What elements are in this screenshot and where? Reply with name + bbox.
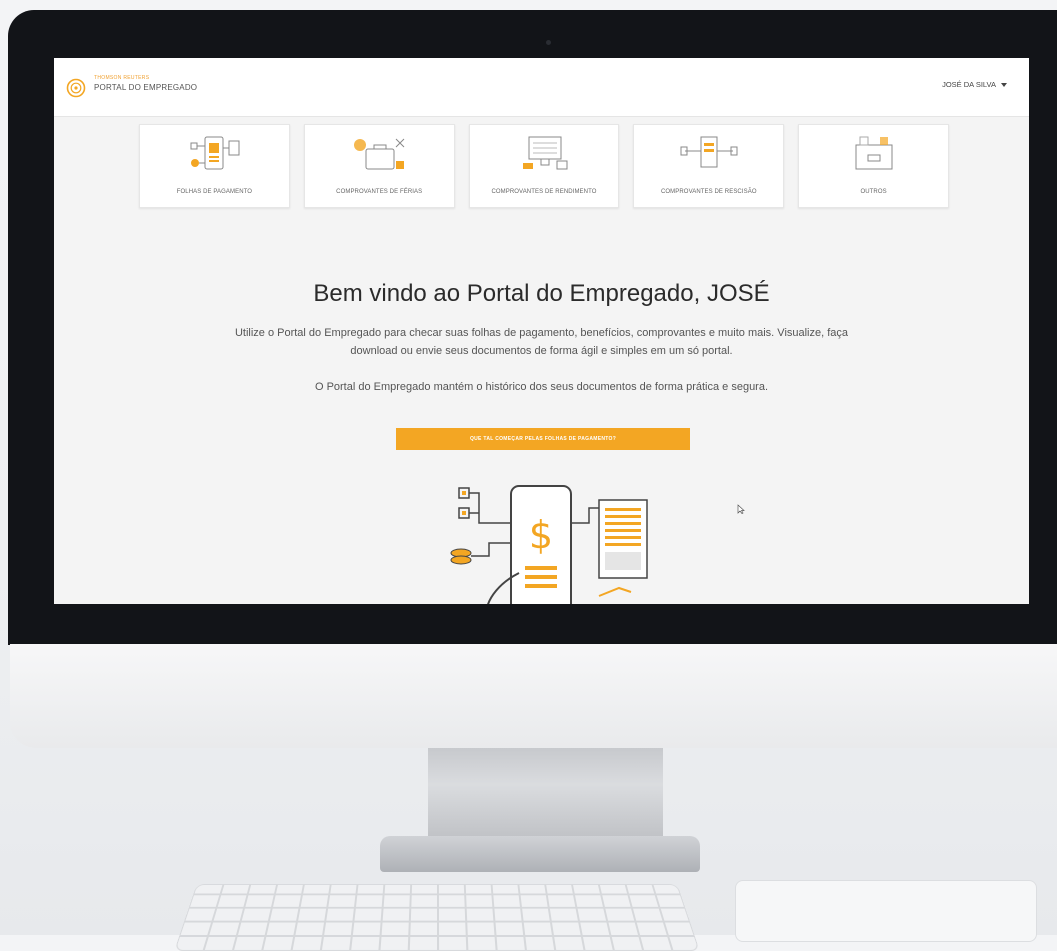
monitor-stand — [428, 748, 663, 840]
keyboard — [174, 884, 700, 951]
svg-text:$: $ — [529, 513, 553, 557]
monitor-stand-base — [380, 836, 700, 872]
welcome-description: Utilize o Portal do Empregado para checa… — [234, 327, 849, 357]
page-title: Bem vindo ao Portal do Empregado, JOSÉ — [313, 280, 770, 307]
brand-title: PORTAL DO EMPREGADO — [94, 83, 198, 92]
others-icon — [855, 136, 893, 170]
camera-dot — [546, 40, 551, 45]
start-payroll-button[interactable]: QUE TAL COMEÇAR PELAS FOLHAS DE PAGAMENT… — [396, 428, 690, 450]
card-outros[interactable]: OUTROS — [798, 124, 949, 208]
payroll-illustration: $ — [450, 485, 648, 604]
trackpad — [735, 880, 1037, 942]
card-comprovantes-de-ferias[interactable]: COMPROVANTES DE FÉRIAS — [303, 124, 455, 208]
user-name: JOSÉ DA SILVA — [942, 80, 996, 89]
card-label: COMPROVANTES DE RENDIMENTO — [491, 189, 597, 195]
brand-company: THOMSON REUTERS — [94, 75, 150, 81]
mouse-pointer-icon — [737, 504, 745, 514]
income-icon — [522, 136, 568, 170]
card-folhas-de-pagamento[interactable]: FOLHAS DE PAGAMENTO — [139, 124, 290, 208]
user-menu[interactable]: JOSÉ DA SILVA — [942, 80, 1007, 89]
history-description: O Portal do Empregado mantém o histórico… — [314, 381, 769, 393]
card-label: COMPROVANTES DE FÉRIAS — [336, 189, 423, 195]
monitor-chin — [10, 644, 1057, 748]
document-categories: FOLHAS DE PAGAMENTO COMPROVANTES DE FÉRI… — [139, 124, 949, 208]
brand-logo-icon[interactable] — [66, 78, 86, 98]
top-bar: THOMSON REUTERS PORTAL DO EMPREGADO JOSÉ… — [54, 58, 1029, 117]
card-label: OUTROS — [860, 189, 887, 195]
screen: THOMSON REUTERS PORTAL DO EMPREGADO JOSÉ… — [54, 58, 1029, 604]
termination-icon — [680, 136, 738, 168]
payroll-icon — [190, 136, 240, 170]
card-label: FOLHAS DE PAGAMENTO — [176, 189, 253, 195]
card-comprovantes-de-rendimento[interactable]: COMPROVANTES DE RENDIMENTO — [468, 124, 620, 208]
vacation-icon — [353, 138, 405, 170]
card-comprovantes-de-rescisao[interactable]: COMPROVANTES DE RESCISÃO — [633, 124, 785, 208]
chevron-down-icon — [1001, 82, 1007, 87]
card-label: COMPROVANTES DE RESCISÃO — [660, 189, 757, 195]
